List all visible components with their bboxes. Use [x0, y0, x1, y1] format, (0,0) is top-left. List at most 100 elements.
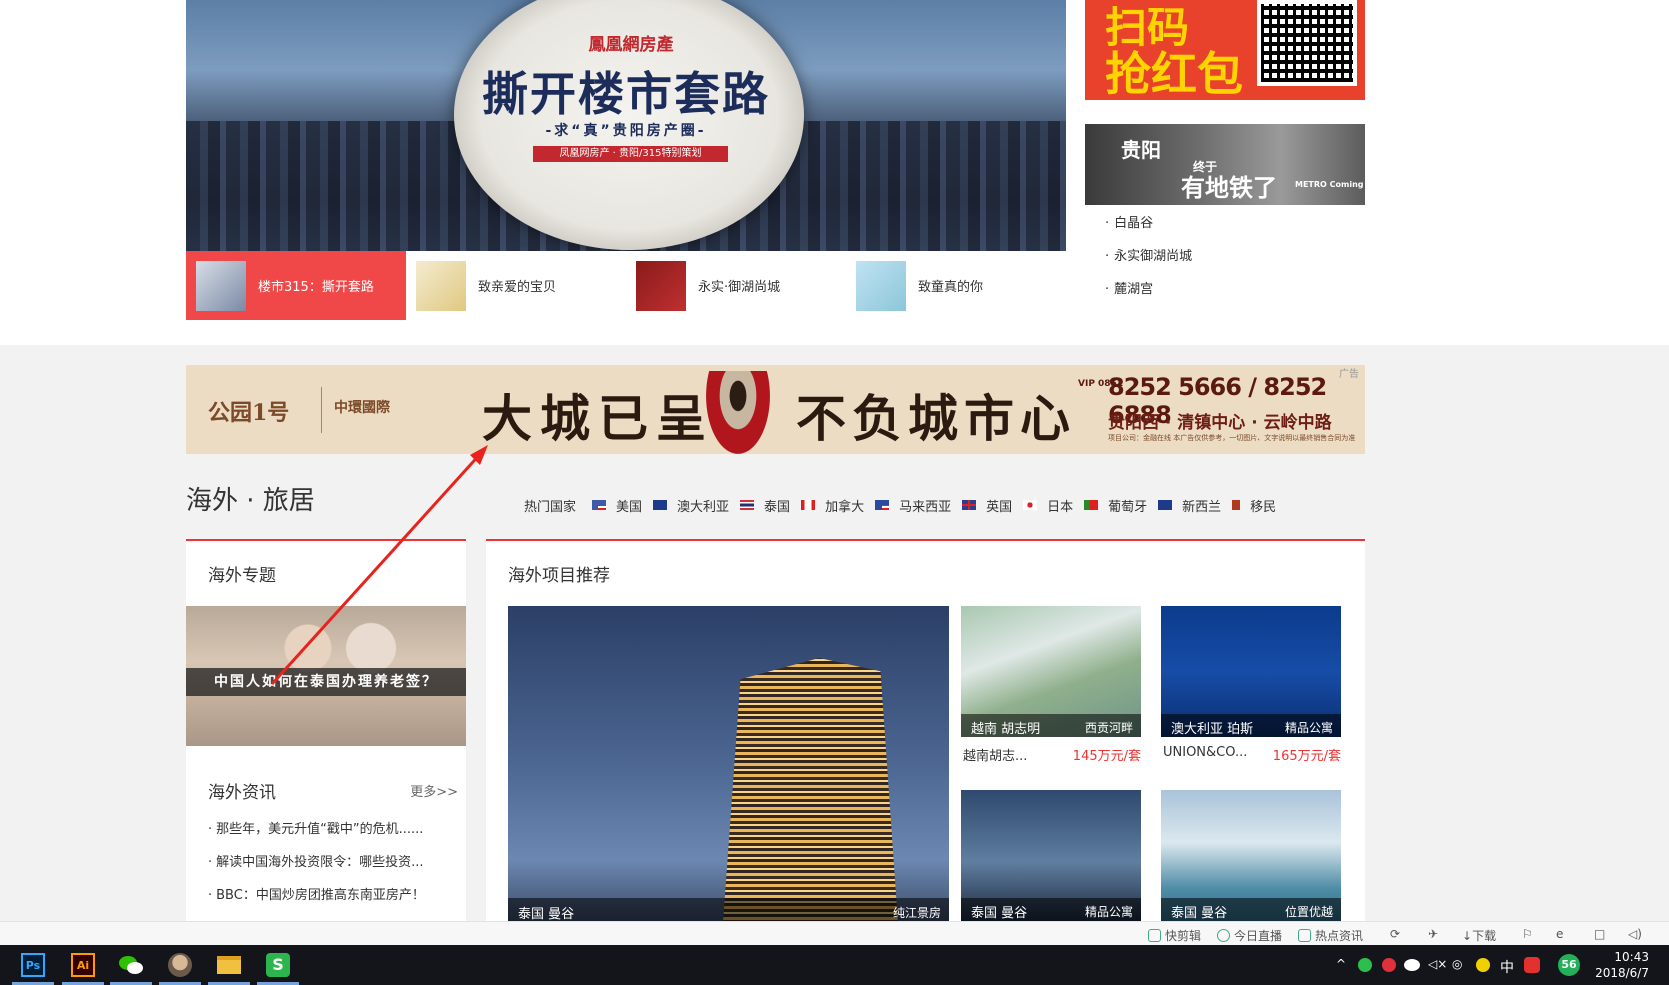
avatar-app-icon[interactable] [159, 950, 201, 985]
thumb-tab-3[interactable]: 永实·御湖尚城 [626, 251, 846, 320]
country-link-portugal[interactable]: 葡萄牙 [1084, 496, 1147, 515]
right-link[interactable]: 永实御湖尚城 [1105, 248, 1345, 281]
news-item[interactable]: BBC：中国炒房团推高东南亚房产！ [208, 887, 458, 920]
project-info-1[interactable]: 越南胡志... 145万元/套 [961, 745, 1141, 765]
right-link-list: 白晶谷 永实御湖尚城 麓湖宫 [1105, 215, 1345, 314]
download-button[interactable]: ↓ 下载 [1462, 927, 1496, 944]
chevron-up-icon[interactable]: ^ [1336, 957, 1346, 971]
wechat-tray-icon[interactable] [1404, 959, 1420, 971]
japan-flag-icon [1023, 500, 1038, 510]
thailand-flag-icon [740, 500, 755, 510]
real-estate-banner-ad[interactable]: 公园1号 中環國際 大城已呈 不负城市心 VIP 0851 8252 5666 … [186, 365, 1365, 454]
more-link[interactable]: 更多>> [410, 781, 458, 800]
newzealand-flag-icon [1158, 500, 1173, 510]
pin-icon[interactable]: ✈ [1428, 927, 1438, 941]
thumb-tab-1[interactable]: 楼市315：撕开套路 [186, 251, 406, 320]
folder-icon [217, 956, 241, 974]
project-card-1[interactable]: 越南 胡志明 西贡河畔 [961, 606, 1141, 737]
country-nav: 热门国家 美国 澳大利亚 泰国 加拿大 马来西亚 英国 日本 葡萄牙 新西兰 移… [524, 495, 1287, 515]
featured-project-card[interactable]: 泰国 曼谷 纯江景房 [508, 606, 949, 923]
window-icon[interactable]: □ [1594, 927, 1605, 941]
thumb-tab-2[interactable]: 致亲爱的宝贝 [406, 251, 626, 320]
caption-bar: 澳大利亚 珀斯 精品公寓 [1161, 714, 1341, 737]
live-button[interactable]: 今日直播 [1217, 927, 1282, 944]
country-link-thailand[interactable]: 泰国 [740, 496, 790, 515]
wechat-app-icon[interactable] [110, 950, 152, 985]
ad-label: 广告 [1339, 369, 1359, 380]
banner-logo-central: 中環國際 [334, 400, 390, 416]
country-link-usa[interactable]: 美国 [592, 496, 642, 515]
update-icon[interactable] [1476, 958, 1490, 972]
windows-taskbar: Ps Ai S ^ ◁× ◎ 中 56 10:43 2018/6/7 [0, 945, 1669, 985]
country-label: 葡萄牙 [1108, 499, 1148, 515]
project-tag: 纯江景房 [892, 906, 941, 920]
malaysia-flag-icon [875, 500, 890, 510]
caption-bar: 越南 胡志明 西贡河畔 [961, 714, 1141, 737]
hero-banner[interactable]: 鳳凰網房產 撕开楼市套路 -求“真”贵阳房产圈- 凤凰网房产 · 贵阳/315特… [186, 0, 1066, 251]
country-label: 澳大利亚 [677, 499, 730, 515]
thumb-tab-4[interactable]: 致童真的你 [846, 251, 1066, 320]
topic-image[interactable]: 中国人如何在泰国办理养老签？ [186, 606, 466, 746]
thumb-image [196, 260, 246, 311]
ai-label: Ai [71, 953, 95, 977]
quick-edit-button[interactable]: 快剪辑 [1148, 927, 1201, 944]
banner-address: 贵阳西 · 清镇中心 · 云岭中路 [1108, 413, 1332, 433]
project-price: 165万元/套 [1272, 749, 1341, 764]
country-link-newzealand[interactable]: 新西兰 [1158, 496, 1221, 515]
security-icon[interactable] [1358, 958, 1372, 972]
country-link-japan[interactable]: 日本 [1023, 496, 1073, 515]
volume-muted-icon[interactable]: ◁× [1428, 957, 1447, 971]
play-icon [1217, 929, 1230, 942]
ie-icon[interactable]: e [1556, 927, 1563, 941]
news-title: 海外资讯 [208, 783, 276, 803]
network-icon[interactable]: ◎ [1452, 957, 1462, 971]
ime-indicator[interactable]: 中 [1500, 957, 1514, 977]
volume-icon[interactable]: ◁) [1628, 927, 1642, 941]
refresh-icon[interactable]: ⟳ [1390, 927, 1400, 941]
right-link[interactable]: 麓湖宫 [1105, 281, 1345, 314]
project-info-2[interactable]: UNION&CO... 165万元/套 [1161, 745, 1341, 765]
hot-news-button[interactable]: 热点资讯 [1298, 927, 1363, 944]
country-link-immigration[interactable]: 移民 [1232, 496, 1276, 515]
illustrator-app-icon[interactable]: Ai [62, 950, 104, 985]
sogou-icon[interactable] [1524, 957, 1540, 973]
notification-badge[interactable]: 56 [1558, 954, 1580, 976]
flag-icon[interactable]: ⚐ [1522, 927, 1533, 941]
country-label: 马来西亚 [899, 499, 952, 515]
banner-slogan-2: 不负城市心 [796, 389, 1076, 448]
photoshop-app-icon[interactable]: Ps [12, 950, 54, 985]
right-link[interactable]: 白晶谷 [1105, 215, 1345, 248]
thumb-label: 楼市315：撕开套路 [258, 280, 374, 295]
panel-title: 海外项目推荐 [508, 566, 610, 586]
system-clock[interactable]: 10:43 2018/6/7 [1595, 949, 1649, 981]
avatar [168, 953, 192, 977]
project-tag: 精品公寓 [1084, 905, 1133, 919]
project-card-2[interactable]: 澳大利亚 珀斯 精品公寓 [1161, 606, 1341, 737]
country-link-australia[interactable]: 澳大利亚 [653, 496, 729, 515]
caption-bar: 泰国 曼谷 纯江景房 [508, 898, 949, 923]
file-explorer-icon[interactable] [208, 950, 250, 985]
news-item[interactable]: 那些年，美元升值“戳中”的危机...... [208, 821, 458, 854]
banner-model-image [706, 371, 770, 454]
wps-app-icon[interactable]: S [257, 950, 299, 985]
country-link-uk[interactable]: 英国 [962, 496, 1012, 515]
news-item[interactable]: 解读中国海外投资限令：哪些投资... [208, 854, 458, 887]
news-list: 那些年，美元升值“戳中”的危机...... 解读中国海外投资限令：哪些投资...… [208, 821, 458, 920]
project-card-3[interactable]: 泰国 曼谷 精品公寓 [961, 790, 1141, 921]
red-packet-ad[interactable]: 扫码 抢红包 [1085, 0, 1365, 100]
country-link-canada[interactable]: 加拿大 [801, 496, 864, 515]
country-label: 泰国 [764, 499, 791, 515]
metro-line1: 贵阳 [1121, 138, 1161, 162]
hero-tag: 凤凰网房产 · 贵阳/315特别策划 [533, 146, 728, 162]
thumb-image [856, 260, 906, 311]
country-label: 移民 [1250, 499, 1277, 515]
browser-status-bar: 快剪辑 今日直播 热点资讯 ⟳ ✈ ↓ 下载 ⚐ e □ ◁) [0, 921, 1669, 945]
country-link-malaysia[interactable]: 马来西亚 [875, 496, 951, 515]
metro-ad[interactable]: 贵阳 终于 有地铁了 METRO Coming [1085, 124, 1365, 205]
caption-bar: 泰国 曼谷 精品公寓 [961, 898, 1141, 921]
app-tray-icon[interactable] [1382, 958, 1396, 972]
wps-icon: S [266, 953, 290, 977]
hero-subtitle: -求“真”贵阳房产圈- [545, 123, 707, 139]
immigration-icon [1232, 500, 1241, 510]
project-card-4[interactable]: 泰国 曼谷 位置优越 [1161, 790, 1341, 921]
